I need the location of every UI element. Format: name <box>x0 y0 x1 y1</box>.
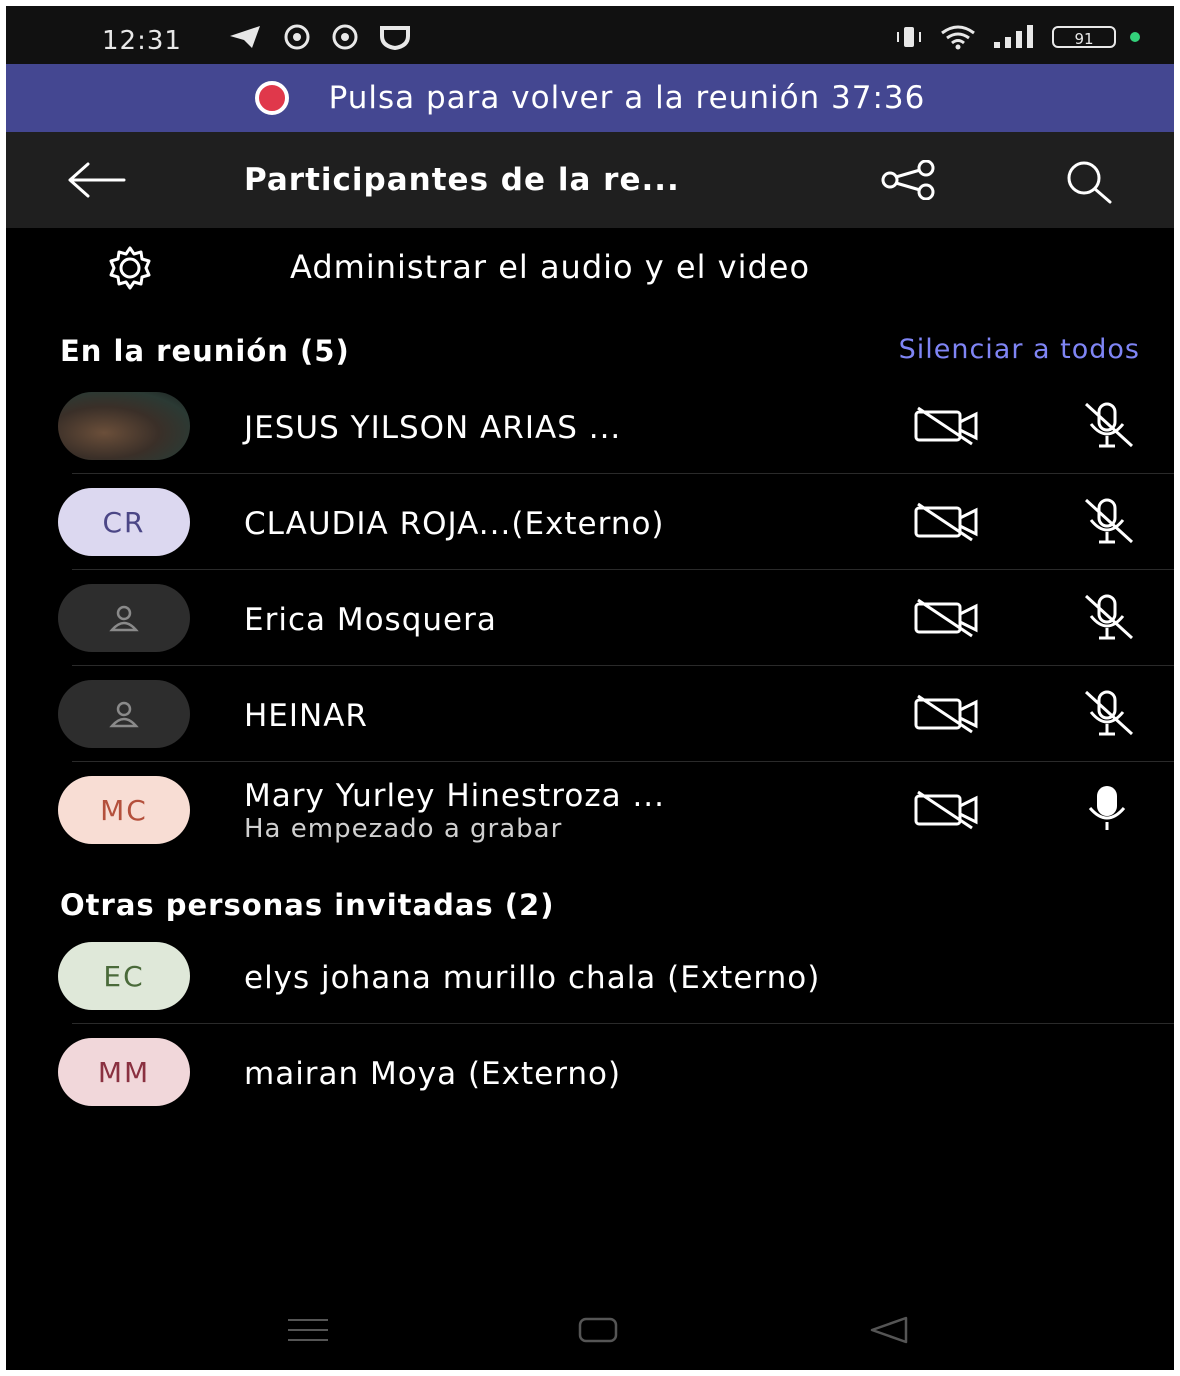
participant-row[interactable]: MC Mary Yurley Hinestroza ... Ha empezad… <box>6 762 1174 858</box>
camera-off-icon <box>914 406 978 446</box>
participant-name: JESUS YILSON ARIAS ... <box>244 410 622 446</box>
mic-muted-icon <box>1084 402 1134 448</box>
home-icon[interactable] <box>576 1316 620 1344</box>
telegram-icon <box>230 26 260 48</box>
recent-apps-icon[interactable] <box>286 1316 330 1344</box>
avatar <box>58 584 190 652</box>
participant-status: Ha empezado a grabar <box>244 814 563 844</box>
search-icon[interactable] <box>1058 156 1122 204</box>
chrome-icon <box>332 24 358 50</box>
camera-off-icon <box>914 502 978 542</box>
teams-participants-screen: 12:31 91 Pulsa para volver a la reunión … <box>6 6 1174 1370</box>
avatar <box>58 680 190 748</box>
system-icons: 91 <box>894 24 1140 50</box>
mic-muted-icon <box>1084 690 1134 736</box>
invited-heading: Otras personas invitadas (2) <box>60 888 555 922</box>
shield-icon <box>380 26 410 50</box>
avatar: MC <box>58 776 190 844</box>
status-time: 12:31 <box>102 26 182 56</box>
camera-off-icon <box>914 790 978 830</box>
back-arrow-icon[interactable] <box>64 158 128 202</box>
battery-icon: 91 <box>1052 26 1116 48</box>
signal-icon <box>994 25 1033 48</box>
participant-row[interactable]: Erica Mosquera <box>6 570 1174 666</box>
return-banner-text: Pulsa para volver a la reunión 37:36 <box>328 80 926 116</box>
in-meeting-heading: En la reunión (5) <box>60 334 350 368</box>
mic-on-icon <box>1088 786 1126 830</box>
person-icon <box>109 605 139 632</box>
wifi-icon <box>941 25 975 50</box>
participant-name: Mary Yurley Hinestroza ... <box>244 778 666 814</box>
manage-audio-video-row[interactable]: Administrar el audio y el video <box>6 228 1174 314</box>
app-header: Participantes de la re... <box>6 132 1174 228</box>
android-nav-bar <box>6 1296 1174 1370</box>
avatar: EC <box>58 942 190 1010</box>
participant-row[interactable]: JESUS YILSON ARIAS ... <box>6 378 1174 474</box>
participant-name: CLAUDIA ROJA...(Externo) <box>244 506 665 542</box>
invited-name: elys johana murillo chala (Externo) <box>244 960 821 996</box>
active-indicator-dot <box>1130 32 1140 42</box>
return-to-meeting-banner[interactable]: Pulsa para volver a la reunión 37:36 <box>6 64 1174 132</box>
participant-row[interactable]: HEINAR <box>6 666 1174 762</box>
manage-audio-video-label: Administrar el audio y el video <box>290 248 811 286</box>
recording-dot-icon <box>254 81 289 115</box>
participant-row[interactable]: CR CLAUDIA ROJA...(Externo) <box>6 474 1174 570</box>
status-bar: 12:31 91 <box>6 6 1174 64</box>
share-icon[interactable] <box>878 160 942 200</box>
vibrate-icon <box>897 27 921 47</box>
avatar: MM <box>58 1038 190 1106</box>
mic-muted-icon <box>1084 594 1134 640</box>
chrome-icon <box>284 24 310 50</box>
gear-icon <box>109 246 151 290</box>
invited-row[interactable]: EC elys johana murillo chala (Externo) <box>6 928 1174 1024</box>
invited-row[interactable]: MM mairan Moya (Externo) <box>6 1024 1174 1120</box>
mic-muted-icon <box>1084 498 1134 544</box>
invited-name: mairan Moya (Externo) <box>244 1056 622 1092</box>
back-triangle-icon[interactable] <box>868 1316 912 1344</box>
avatar: CR <box>58 488 190 556</box>
camera-off-icon <box>914 694 978 734</box>
notification-icons <box>228 24 412 50</box>
camera-off-icon <box>914 598 978 638</box>
avatar <box>58 392 190 460</box>
participant-name: Erica Mosquera <box>244 602 497 638</box>
participant-name: HEINAR <box>244 698 368 734</box>
mute-all-button[interactable]: Silenciar a todos <box>899 334 1140 365</box>
person-icon <box>109 701 139 728</box>
page-title: Participantes de la re... <box>244 162 680 198</box>
